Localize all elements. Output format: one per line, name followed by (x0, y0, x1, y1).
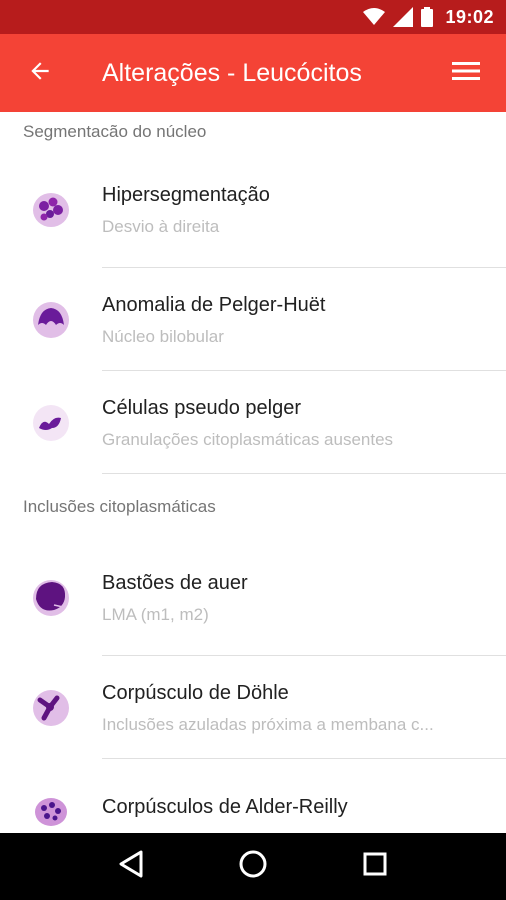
content-list[interactable]: Segmentacão do núcleo Hipersegmentação D… (0, 112, 506, 833)
hypersegmented-cell-icon (0, 159, 102, 262)
section-header: Segmentacão do núcleo (23, 122, 207, 141)
system-nav-bar (0, 833, 506, 900)
arrow-back-icon (27, 58, 53, 89)
pseudo-pelger-cell-icon (0, 371, 102, 474)
list-item[interactable]: Hipersegmentação Desvio à direita (0, 152, 506, 268)
list-item[interactable]: Bastões de auer LMA (m1, m2) (0, 540, 506, 656)
item-title: Anomalia de Pelger-Huët (102, 293, 326, 316)
back-triangle-icon (118, 850, 144, 883)
item-title: Corpúsculos de Alder-Reilly (102, 795, 348, 818)
item-subtitle: Inclusões azuladas próxima a membana c..… (102, 714, 434, 734)
item-subtitle: Núcleo bilobular (102, 326, 224, 346)
item-subtitle: Desvio à direita (102, 217, 220, 236)
wifi-icon (363, 8, 386, 26)
item-title: Corpúsculo de Döhle (102, 681, 289, 704)
section-header: Inclusões citoplasmáticas (23, 497, 216, 516)
item-title: Células pseudo pelger (102, 396, 302, 419)
status-bar: 19:02 (0, 0, 506, 34)
bilobed-cell-icon (0, 268, 102, 371)
item-title: Bastões de auer (102, 572, 248, 594)
home-circle-icon (238, 849, 268, 884)
dohle-body-cell-icon (0, 656, 102, 759)
item-subtitle: LMA (m1, m2) (102, 605, 209, 624)
nav-recents-button[interactable] (345, 837, 405, 897)
nav-back-button[interactable] (101, 837, 161, 897)
battery-icon (421, 7, 434, 27)
recents-square-icon (362, 851, 388, 882)
menu-button[interactable] (426, 34, 506, 112)
auer-rod-cell-icon (0, 547, 102, 650)
alder-reilly-cell-icon (0, 759, 102, 833)
list-item[interactable]: Células pseudo pelger Granulações citopl… (0, 371, 506, 474)
list-item[interactable]: Corpúsculo de Döhle Inclusões azuladas p… (0, 656, 506, 759)
page-title: Alterações - Leucócitos (102, 58, 362, 87)
divider (102, 473, 506, 474)
menu-icon (452, 60, 480, 87)
list-item[interactable]: Anomalia de Pelger-Huët Núcleo bilobular (0, 268, 506, 371)
item-title: Hipersegmentação (102, 184, 270, 206)
item-subtitle: Granulações citoplasmáticas ausentes (102, 429, 394, 449)
status-time: 19:02 (445, 6, 494, 27)
back-button[interactable] (0, 34, 80, 112)
list-item[interactable]: Corpúsculos de Alder-Reilly (0, 759, 506, 833)
signal-icon (393, 7, 414, 27)
nav-home-button[interactable] (223, 837, 283, 897)
app-bar: Alterações - Leucócitos (0, 34, 506, 112)
